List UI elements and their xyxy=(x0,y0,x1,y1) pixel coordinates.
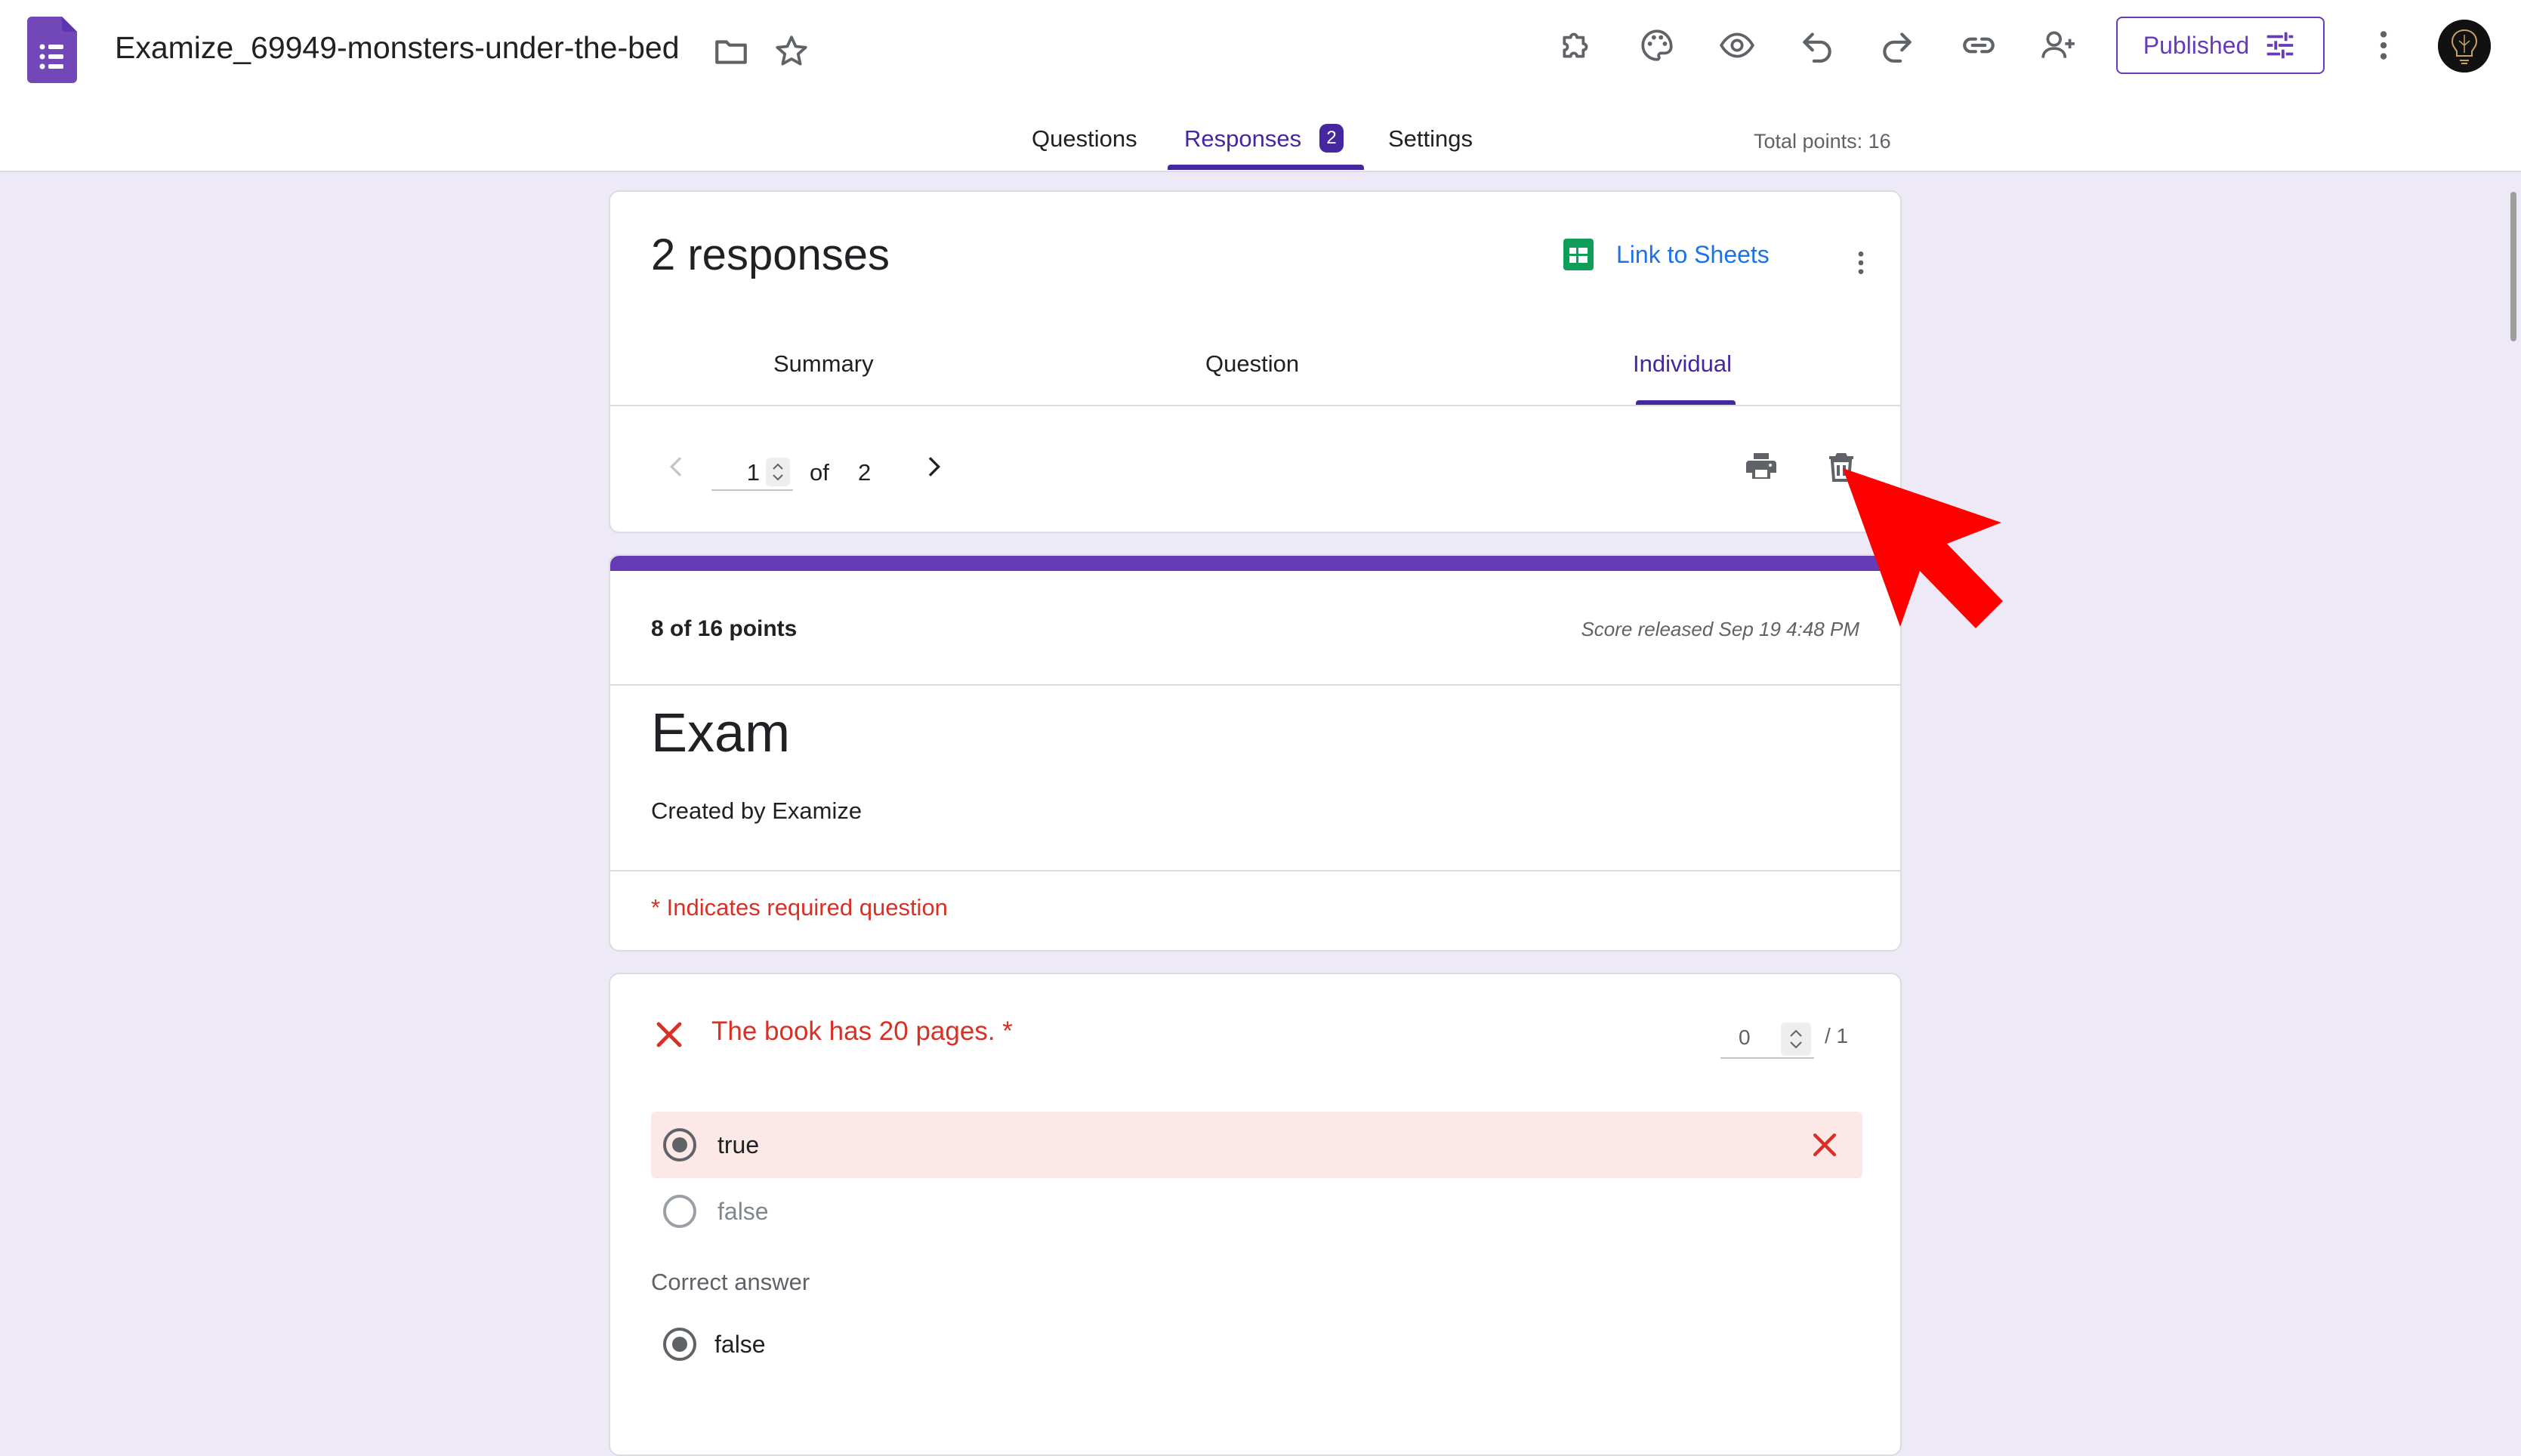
responses-card: 2 responses Link to Sheets Summary Quest… xyxy=(609,190,1902,533)
chevron-right-icon[interactable] xyxy=(911,444,956,489)
subtab-individual[interactable]: Individual xyxy=(1633,350,1732,378)
link-to-sheets-label: Link to Sheets xyxy=(1616,240,1770,268)
folder-icon[interactable] xyxy=(708,29,754,74)
pointer-arrow-icon xyxy=(1843,468,2003,628)
option-false: false xyxy=(651,1178,1862,1245)
form-description: Created by Examize xyxy=(651,797,862,824)
radio-unselected xyxy=(663,1195,696,1228)
option-label: true xyxy=(717,1131,760,1158)
question-card: The book has 20 pages. * 0 / 1 true fals… xyxy=(609,973,1902,1456)
palette-icon[interactable] xyxy=(1634,23,1680,68)
total-points: Total points: 16 xyxy=(1754,130,1891,153)
score-released: Score released Sep 19 4:48 PM xyxy=(1581,618,1859,640)
response-number-input[interactable]: 1 xyxy=(711,452,793,491)
divider xyxy=(610,870,1900,871)
more-vert-icon[interactable] xyxy=(2361,23,2406,68)
response-pager: 1 of 2 xyxy=(610,444,1900,520)
score-card: 8 of 16 points Score released Sep 19 4:4… xyxy=(609,554,1902,952)
star-icon[interactable] xyxy=(769,29,814,74)
chevron-left-icon[interactable] xyxy=(654,444,699,489)
divider xyxy=(610,405,1900,406)
tab-responses[interactable]: Responses 2 xyxy=(1184,123,1344,155)
undo-icon[interactable] xyxy=(1794,23,1840,68)
required-note: * Indicates required question xyxy=(651,894,948,921)
correct-answer-option: false xyxy=(651,1311,1862,1377)
forms-logo-icon[interactable] xyxy=(27,17,77,83)
responses-more-vert-icon[interactable] xyxy=(1846,240,1876,285)
score-points: 8 of 16 points xyxy=(651,616,798,641)
option-label: false xyxy=(717,1198,769,1225)
subtab-summary[interactable]: Summary xyxy=(773,350,874,378)
correct-answer-heading: Correct answer xyxy=(651,1269,810,1295)
tab-settings[interactable]: Settings xyxy=(1388,125,1473,153)
addon-puzzle-icon[interactable] xyxy=(1554,23,1600,68)
sheets-icon xyxy=(1563,239,1594,270)
question-score-value: 0 xyxy=(1739,1026,1751,1049)
form-title: Exam xyxy=(651,703,791,763)
incorrect-x-icon xyxy=(656,1022,682,1047)
scrollbar[interactable] xyxy=(2510,192,2516,341)
responses-count-badge: 2 xyxy=(1319,123,1344,153)
question-score-stepper[interactable] xyxy=(1781,1023,1811,1056)
response-number-value: 1 xyxy=(746,459,760,486)
correct-answer-label: false xyxy=(714,1331,766,1358)
document-title[interactable]: Examize_69949-monsters-under-the-bed xyxy=(115,30,680,66)
question-text: The book has 20 pages. * xyxy=(711,1016,1013,1046)
divider xyxy=(610,684,1900,686)
subtab-question[interactable]: Question xyxy=(1205,350,1299,378)
responses-title: 2 responses xyxy=(651,230,890,279)
option-true: true xyxy=(651,1112,1862,1178)
link-to-sheets-button[interactable]: Link to Sheets xyxy=(1563,239,1770,270)
tune-icon xyxy=(2267,32,2294,59)
tab-questions[interactable]: Questions xyxy=(1032,125,1137,153)
tab-responses-label: Responses xyxy=(1184,125,1302,152)
avatar[interactable] xyxy=(2438,20,2491,72)
add-collaborator-icon[interactable] xyxy=(2036,23,2081,68)
published-button[interactable]: Published xyxy=(2116,17,2325,74)
pager-of-label: of xyxy=(810,459,829,486)
tab-active-indicator xyxy=(1168,165,1364,170)
link-icon[interactable] xyxy=(1956,23,2001,68)
main-tabs: Questions Responses 2 Settings Total poin… xyxy=(0,121,2521,171)
published-label: Published xyxy=(2143,31,2250,59)
response-number-stepper[interactable] xyxy=(766,458,790,486)
preview-eye-icon[interactable] xyxy=(1714,23,1760,68)
redo-icon[interactable] xyxy=(1875,23,1920,68)
print-icon[interactable] xyxy=(1739,444,1784,489)
top-bar: Examize_69949-monsters-under-the-bed Pub… xyxy=(0,0,2521,172)
question-score-max: / 1 xyxy=(1825,1024,1849,1047)
radio-selected xyxy=(663,1328,696,1361)
pager-total: 2 xyxy=(858,459,872,486)
question-score-input[interactable]: 0 xyxy=(1720,1020,1814,1059)
accent-strip xyxy=(610,556,1900,571)
radio-selected xyxy=(663,1128,696,1161)
wrong-answer-x-icon xyxy=(1813,1133,1837,1157)
